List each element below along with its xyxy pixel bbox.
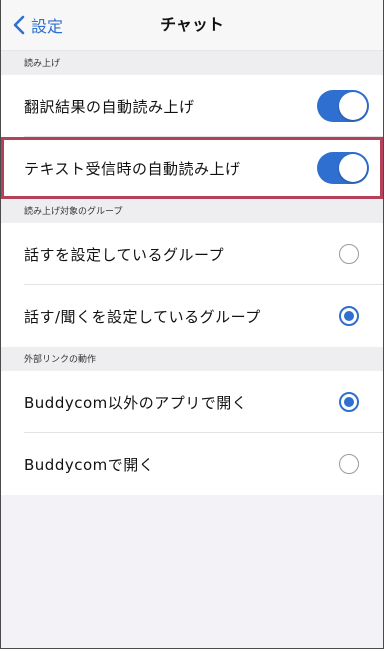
row-auto-read-translation: 翻訳結果の自動読み上げ [1,75,383,137]
chevron-left-icon [13,15,25,35]
radio-unselected-icon[interactable] [339,244,359,264]
radio-selected-icon[interactable] [339,392,359,412]
back-label: 設定 [31,17,64,36]
row-label: 翻訳結果の自動読み上げ [24,97,195,116]
row-group-speak[interactable]: 話すを設定しているグループ [1,223,383,285]
row-auto-read-text-received: テキスト受信時の自動読み上げ [1,137,383,199]
section-header-read-aloud: 読み上げ [1,51,383,75]
row-group-speak-listen[interactable]: 話す/聞くを設定しているグループ [1,285,383,347]
auto-read-text-received-toggle[interactable] [317,152,369,184]
row-label: Buddycom以外のアプリで開く [24,393,248,412]
row-open-buddycom[interactable]: Buddycomで開く [1,433,383,495]
section-header-external-link: 外部リンクの動作 [1,347,383,371]
back-button[interactable]: 設定 [13,0,63,50]
radio-selected-icon[interactable] [339,306,359,326]
row-label: Buddycomで開く [24,455,155,474]
row-open-other-app[interactable]: Buddycom以外のアプリで開く [1,371,383,433]
auto-read-translation-toggle[interactable] [317,90,369,122]
navigation-bar: 設定 チャット [1,0,383,51]
toggle-knob [339,92,367,120]
section-header-target-group: 読み上げ対象のグループ [1,199,383,223]
row-label: 話すを設定しているグループ [24,245,225,264]
row-label: テキスト受信時の自動読み上げ [24,159,241,178]
row-label: 話す/聞くを設定しているグループ [24,307,261,326]
settings-screen: 設定 チャット 読み上げ 翻訳結果の自動読み上げ テキスト受信時の自動読み上げ … [0,0,384,649]
toggle-knob [339,154,367,182]
radio-unselected-icon[interactable] [339,454,359,474]
